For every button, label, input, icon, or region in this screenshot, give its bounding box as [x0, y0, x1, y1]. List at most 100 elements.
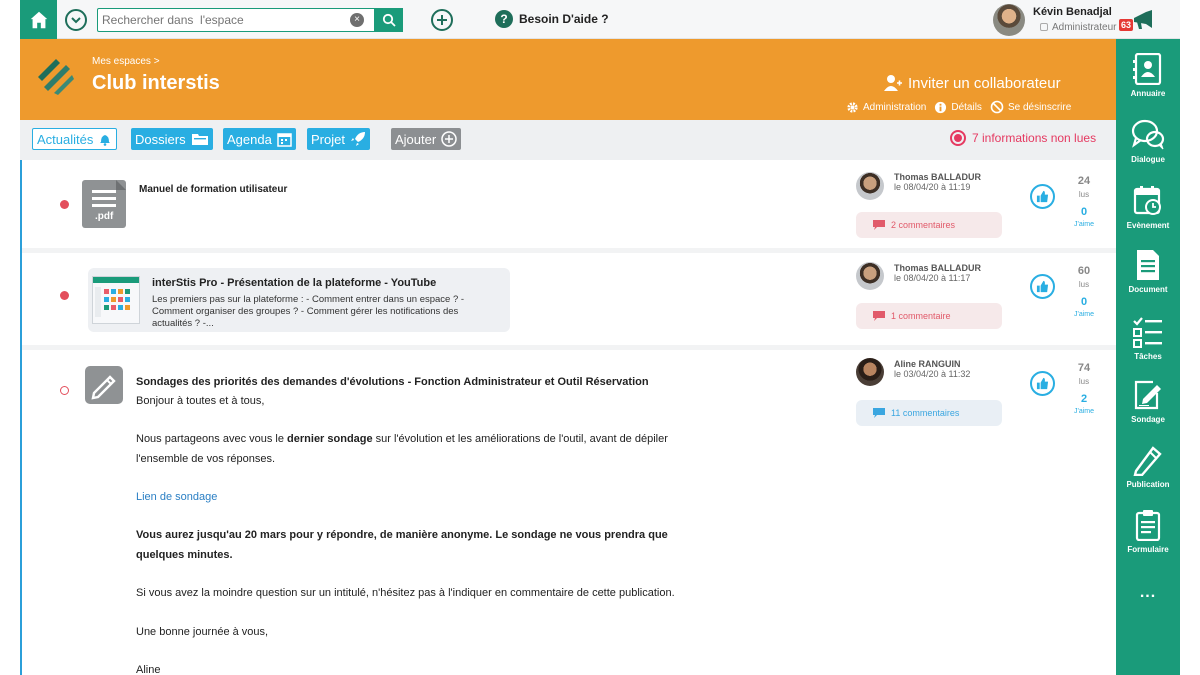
help-label: Besoin D'aide ? — [519, 12, 609, 26]
comment-icon — [873, 220, 885, 230]
post-paragraph: Nous partageons avec vous le dernier son… — [136, 430, 668, 449]
author-name[interactable]: Thomas BALLADUR — [894, 172, 981, 182]
sidebar-label: Sondage — [1131, 415, 1165, 424]
likes-label: J'aime — [1073, 408, 1094, 415]
post-deadline-line: quelques minutes. — [136, 549, 233, 561]
search-input[interactable] — [102, 11, 352, 29]
comments-button[interactable]: 2 commentaires — [856, 212, 1002, 238]
user-avatar[interactable] — [993, 4, 1025, 36]
likes-count: 0 — [1080, 296, 1088, 308]
link-preview-card[interactable]: interStis Pro - Présentation de la plate… — [88, 268, 510, 332]
tab-actualites[interactable]: Actualités — [32, 128, 118, 150]
plus-circle-icon — [441, 131, 457, 147]
help-link[interactable]: ? Besoin D'aide ? — [495, 10, 609, 28]
tab-actualites-label: Actualités — [37, 131, 94, 147]
details-link[interactable]: Détails — [934, 101, 982, 114]
form-clipboard-icon — [1135, 510, 1161, 541]
sidebar-item-publication[interactable]: Publication — [1116, 444, 1180, 489]
header-links: Administration Détails Se désinscrire — [846, 100, 1071, 114]
address-book-icon — [1133, 53, 1162, 85]
avatar[interactable] — [856, 262, 884, 290]
post-date: le 08/04/20 à 11:17 — [894, 273, 971, 283]
tab-projet[interactable]: Projet — [307, 128, 370, 150]
post-title[interactable]: Sondages des priorités des demandes d'év… — [136, 373, 649, 392]
post-closing: Une bonne journée à vous, — [136, 626, 269, 638]
megaphone-icon[interactable] — [1132, 9, 1156, 31]
video-thumbnail[interactable] — [92, 276, 140, 324]
sidebar-item-document[interactable]: Document — [1116, 249, 1180, 294]
sidebar-label: Evènement — [1126, 221, 1170, 230]
paragraph-text: Nous partageons avec vous le — [136, 433, 288, 445]
unread-indicator[interactable]: 7 informations non lues — [950, 130, 1096, 146]
user-name[interactable]: Kévin Benadjal — [1033, 6, 1112, 18]
tab-agenda[interactable]: Agenda — [223, 128, 296, 150]
link-title[interactable]: interStis Pro - Présentation de la plate… — [152, 277, 436, 289]
tab-ajouter-label: Ajouter — [395, 131, 437, 147]
sidebar-item-annuaire[interactable]: Annuaire — [1116, 53, 1180, 98]
notification-badge: 63 — [1119, 19, 1134, 31]
sidebar-item-sondage[interactable]: Sondage — [1116, 379, 1180, 424]
add-button[interactable] — [431, 9, 453, 31]
unread-marker — [60, 291, 69, 300]
tab-ajouter[interactable]: Ajouter — [391, 128, 462, 150]
lock-icon — [1040, 23, 1048, 31]
clear-search-icon[interactable]: × — [350, 13, 364, 27]
author-name[interactable]: Aline RANGUIN — [894, 359, 961, 369]
comments-button[interactable]: 11 commentaires — [856, 400, 1002, 426]
tab-agenda-label: Agenda — [227, 131, 272, 147]
sidebar-label: Publication — [1126, 480, 1170, 489]
like-button[interactable] — [1030, 184, 1055, 209]
sidebar-label: Document — [1128, 285, 1168, 294]
space-header: Mes espaces > Club interstis Inviter un … — [20, 39, 1116, 120]
gear-icon — [847, 101, 858, 113]
comment-icon — [873, 311, 885, 321]
feed-post[interactable]: Sondages des priorités des demandes d'év… — [22, 350, 1116, 675]
info-icon — [935, 101, 947, 113]
post-title[interactable]: Manuel de formation utilisateur — [139, 184, 287, 195]
unread-marker — [60, 200, 69, 209]
avatar[interactable] — [856, 358, 884, 386]
more-apps-button[interactable]: ... — [1116, 584, 1180, 602]
likes-label: J'aime — [1073, 221, 1094, 228]
home-button[interactable] — [20, 0, 57, 39]
sidebar-label: Annuaire — [1130, 89, 1166, 98]
calendar-clock-icon — [1133, 186, 1161, 215]
invite-collaborator-button[interactable]: Inviter un collaborateur — [882, 73, 1061, 93]
search-bar: × — [97, 8, 403, 32]
administration-link[interactable]: Administration — [846, 101, 926, 114]
feed-post[interactable]: interStis Pro - Présentation de la plate… — [22, 253, 1116, 345]
user-role: Administrateur — [1040, 22, 1116, 33]
reads-label: lus — [1078, 190, 1090, 199]
search-button[interactable] — [374, 8, 403, 32]
post-paragraph: Si vous avez la moindre question sur un … — [136, 587, 675, 599]
add-user-icon — [884, 75, 902, 91]
checklist-icon — [1133, 317, 1162, 348]
page-title: Club interstis — [92, 72, 220, 94]
tab-dossiers[interactable]: Dossiers — [131, 128, 213, 150]
unsubscribe-link[interactable]: Se désinscrire — [990, 100, 1071, 114]
like-button[interactable] — [1030, 371, 1055, 396]
bell-icon — [100, 135, 111, 146]
breadcrumb[interactable]: Mes espaces > — [92, 56, 160, 67]
survey-edit-icon — [1134, 380, 1161, 410]
sidebar-item-taches[interactable]: Tâches — [1116, 316, 1180, 361]
thumbs-up-icon — [1036, 280, 1049, 293]
pdf-file-icon[interactable]: .pdf — [82, 180, 126, 228]
spaces-dropdown-button[interactable] — [65, 9, 87, 31]
sidebar-item-dialogue[interactable]: Dialogue — [1116, 119, 1180, 164]
comments-button[interactable]: 1 commentaire — [856, 303, 1002, 329]
comment-icon — [873, 408, 885, 418]
space-logo — [38, 59, 74, 95]
feed-post[interactable]: .pdf Manuel de formation utilisateur Tho… — [22, 160, 1116, 248]
survey-link[interactable]: Lien de sondage — [136, 488, 217, 507]
rocket-icon — [350, 132, 365, 146]
chevron-down-icon — [71, 17, 81, 24]
sidebar-item-evenement[interactable]: Evènement — [1116, 185, 1180, 230]
reads-count: 24 — [1077, 175, 1091, 187]
reads-label: lus — [1078, 377, 1090, 386]
avatar[interactable] — [856, 172, 884, 200]
user-role-label: Administrateur — [1052, 22, 1117, 33]
sidebar-item-formulaire[interactable]: Formulaire — [1116, 509, 1180, 554]
author-name[interactable]: Thomas BALLADUR — [894, 263, 981, 273]
like-button[interactable] — [1030, 274, 1055, 299]
